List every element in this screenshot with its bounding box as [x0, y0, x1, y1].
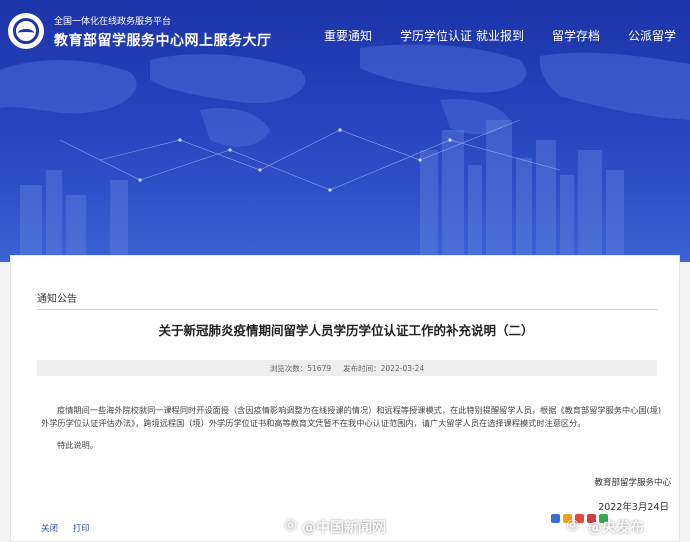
site-subtitle: 全国一体化在线政务服务平台 [54, 17, 172, 27]
nav-item-degree-verification[interactable]: 学历学位认证 [400, 27, 472, 44]
header-banner: 全国一体化在线政务服务平台 教育部留学服务中心网上服务大厅 重要通知 学历学位认… [0, 0, 690, 262]
breadcrumb[interactable]: 通知公告 [37, 290, 657, 310]
footer-links: 关闭 打印 [41, 522, 102, 534]
close-link[interactable]: 关闭 [41, 524, 58, 534]
watermark-right: @央发布 [588, 520, 644, 536]
article-title: 关于新冠肺炎疫情期间留学人员学历学位认证工作的补充说明（二） [158, 323, 534, 338]
view-count: 浏览次数：51679 [269, 363, 332, 373]
main-nav: 重要通知 学历学位认证 就业报到 留学存档 公派留学 [0, 27, 690, 45]
share-add-icon[interactable] [551, 514, 560, 523]
watermark-left: @中国新闻网 [302, 520, 386, 536]
publish-date: 发布时间：2022-03-24 [343, 363, 425, 373]
weibo-watermark-icon: ◎ [284, 515, 298, 533]
article-paragraph: 特此说明。 [57, 440, 98, 450]
signature-org: 教育部留学服务中心 [594, 478, 671, 488]
signature-date: 2022年3月24日 [598, 502, 669, 513]
weibo-watermark-icon: ◎ [566, 515, 580, 533]
nav-item-employment[interactable]: 就业报到 [476, 27, 524, 44]
nav-item-archives[interactable]: 留学存档 [552, 27, 600, 44]
print-link[interactable]: 打印 [73, 524, 90, 534]
nav-item-government-study[interactable]: 公派留学 [628, 27, 676, 44]
article-card: 通知公告 关于新冠肺炎疫情期间留学人员学历学位认证工作的补充说明（二） 浏览次数… [10, 255, 680, 542]
article-paragraph: 疫情期间一些海外院校就同一课程同时开设面授（含因疫情影响调整为在线授课的情况）和… [41, 405, 662, 428]
article-meta: 浏览次数：51679 发布时间：2022-03-24 [37, 360, 657, 376]
nav-item-notices[interactable]: 重要通知 [324, 27, 372, 44]
article-body: 疫情期间一些海外院校就同一课程同时开设面授（含因疫情影响调整为在线授课的情况）和… [41, 404, 665, 462]
